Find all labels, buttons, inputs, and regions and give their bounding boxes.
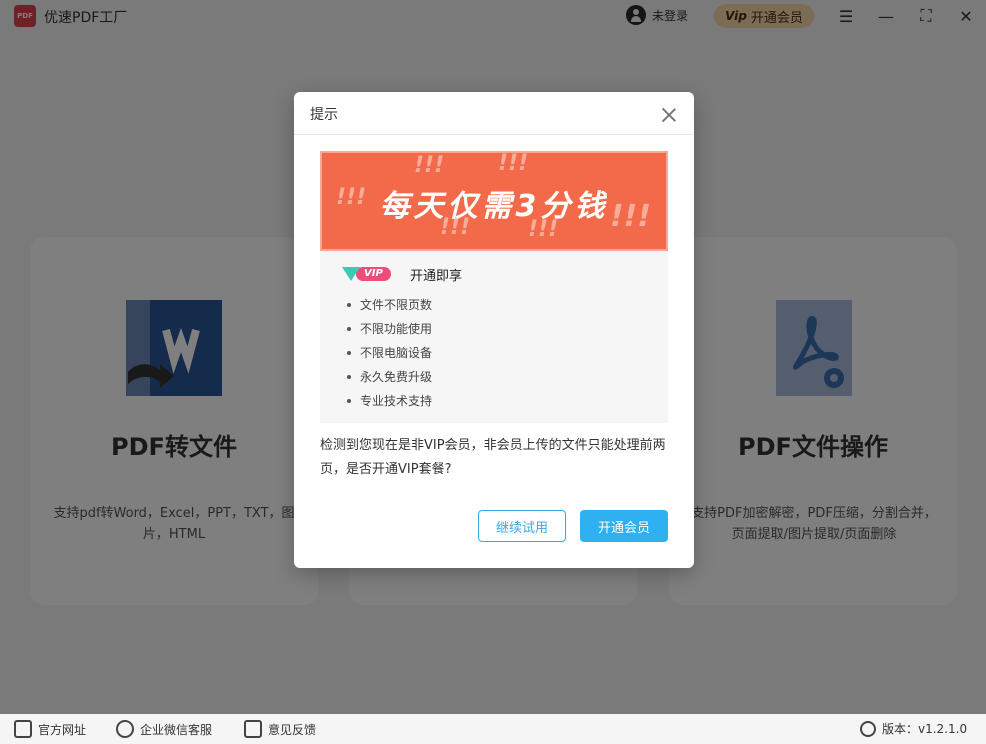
vip-pill: VIP <box>356 267 391 281</box>
list-item: 专业技术支持 <box>346 393 432 417</box>
feedback-label: 意见反馈 <box>268 722 317 737</box>
promo-text: 每天仅需3分钱 <box>379 189 609 224</box>
benefits-list: 文件不限页数 不限功能使用 不限电脑设备 永久免费升级 专业技术支持 <box>346 297 432 417</box>
list-item: 永久免费升级 <box>346 369 432 393</box>
list-item: 不限功能使用 <box>346 321 432 345</box>
website-link[interactable]: 官方网址 <box>14 720 86 738</box>
promo-banner: !!! !!! !!! !!! !!! !!! 每天仅需3分钱 <box>320 151 668 251</box>
status-bar: 官方网址 企业微信客服 意见反馈 版本：v1.2.1.0 <box>0 714 986 744</box>
website-icon <box>14 720 32 738</box>
feedback-icon <box>244 720 262 738</box>
benefits-heading: 开通即享 <box>410 269 463 284</box>
version-label: 版本：v1.2.1.0 <box>882 722 968 736</box>
decor-icon: !!! <box>498 151 529 176</box>
wechat-support-link[interactable]: 企业微信客服 <box>116 720 212 738</box>
list-item: 文件不限页数 <box>346 297 432 321</box>
decor-icon: !!! <box>414 153 445 178</box>
refresh-icon <box>860 720 876 737</box>
dialog-divider <box>294 134 694 135</box>
feedback-link[interactable]: 意见反馈 <box>244 720 316 738</box>
dialog-title: 提示 <box>310 107 338 123</box>
vip-badge: VIP <box>342 266 391 282</box>
wechat-icon <box>116 720 134 738</box>
wechat-label: 企业微信客服 <box>140 722 213 737</box>
dialog-close-icon[interactable] <box>660 106 678 124</box>
continue-trial-button[interactable]: 继续试用 <box>478 510 566 542</box>
website-label: 官方网址 <box>38 722 87 737</box>
vip-prompt-dialog: 提示 !!! !!! !!! !!! !!! !!! 每天仅需3分钱 VIP 开… <box>294 92 694 568</box>
version-info[interactable]: 版本：v1.2.1.0 <box>860 720 967 737</box>
dialog-message: 检测到您现在是非VIP会员，非会员上传的文件只能处理前两页，是否开通VIP套餐? <box>320 438 666 477</box>
vip-benefits: VIP 开通即享 文件不限页数 不限功能使用 不限电脑设备 永久免费升级 专业技… <box>320 251 668 423</box>
open-vip-button[interactable]: 开通会员 <box>580 510 668 542</box>
list-item: 不限电脑设备 <box>346 345 432 369</box>
